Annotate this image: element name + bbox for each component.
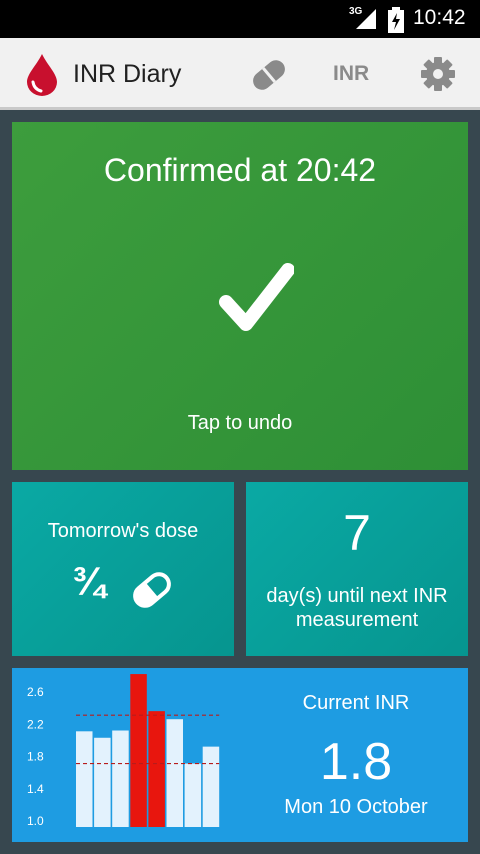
tomorrow-dose-tile[interactable]: Tomorrow's dose ¾	[12, 482, 234, 656]
inr-action-button[interactable]: INR	[333, 62, 369, 86]
y-tick-label: 1.4	[27, 782, 44, 796]
days-until-label: day(s) until next INR measurement	[266, 585, 448, 631]
app-title: INR Diary	[73, 60, 182, 88]
checkmark-icon	[219, 263, 294, 331]
chart-bar	[202, 746, 220, 827]
next-measurement-tile[interactable]: 7 day(s) until next INR measurement	[246, 482, 468, 656]
undo-label: Tap to undo	[187, 412, 293, 434]
status-bar: 3G 10:42	[0, 0, 480, 38]
y-tick-label: 1.8	[27, 750, 44, 764]
gear-icon[interactable]	[420, 56, 456, 92]
pill-icon	[133, 572, 171, 608]
confirmation-title: Confirmed at 20:42	[103, 152, 377, 188]
chart-bar	[184, 763, 202, 827]
chart-bar	[148, 711, 165, 827]
chart-bar	[94, 737, 111, 827]
blood-drop-icon	[27, 54, 57, 96]
status-time: 10:42	[413, 6, 466, 29]
dose-amount: ¾	[72, 560, 106, 604]
inr-history-chart: 2.6 2.2 1.8 1.4 1.0	[27, 674, 220, 828]
signal-icon	[356, 9, 376, 29]
app-bar: INR Diary INR	[0, 38, 480, 110]
chart-bar	[112, 730, 129, 827]
current-inr-date: Mon 10 October	[284, 796, 428, 818]
chart-bar	[130, 674, 147, 827]
dose-confirmation-tile[interactable]: Confirmed at 20:42 Tap to undo	[12, 122, 468, 470]
current-inr-tile[interactable]: 2.6 2.2 1.8 1.4 1.0 Current INR 1.8 Mon 10 O…	[12, 668, 468, 842]
y-tick-label: 1.0	[27, 814, 44, 828]
chart-bar	[76, 731, 93, 827]
chart-bar	[166, 719, 183, 827]
battery-icon	[388, 7, 404, 33]
days-until-measurement: 7	[343, 505, 371, 561]
current-inr-value: 1.8	[319, 733, 393, 791]
dose-label: Tomorrow's dose	[47, 520, 199, 542]
pill-icon[interactable]	[248, 55, 290, 95]
y-tick-label: 2.6	[27, 685, 44, 699]
y-tick-label: 2.2	[27, 717, 44, 731]
current-inr-label: Current INR	[302, 692, 410, 714]
